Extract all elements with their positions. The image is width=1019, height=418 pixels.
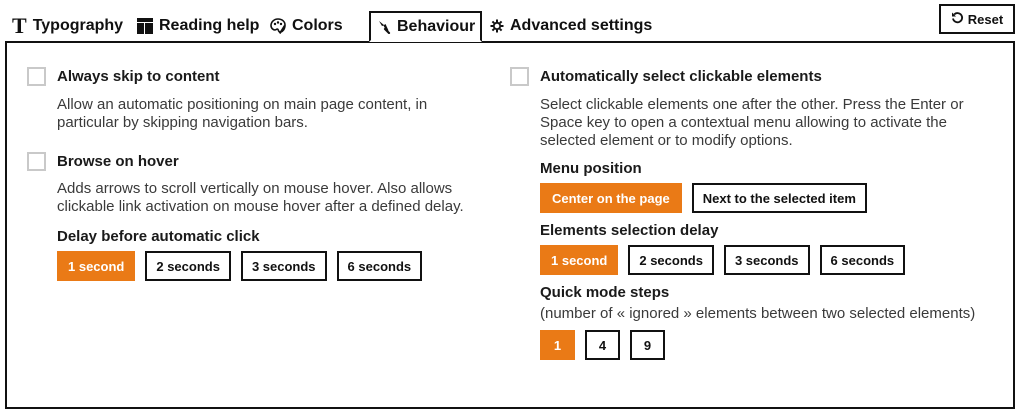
- tab-typography[interactable]: T Typography: [12, 10, 123, 42]
- quick-mode-description: (number of « ignored » elements between …: [540, 305, 976, 322]
- option-description: Adds arrows to scroll vertically on mous…: [57, 180, 464, 215]
- menu-position-center[interactable]: Center on the page: [540, 183, 682, 213]
- quick-mode-step-4[interactable]: 4: [585, 330, 620, 360]
- selection-delay-6-seconds[interactable]: 6 seconds: [819, 245, 906, 275]
- quick-mode-title: Quick mode steps: [540, 284, 670, 301]
- delay-option-3-seconds[interactable]: 3 seconds: [240, 251, 327, 281]
- selection-delay-1-second[interactable]: 1 second: [540, 245, 619, 275]
- menu-position-next-to-item[interactable]: Next to the selected item: [691, 183, 867, 213]
- tab-behaviour[interactable]: Behaviour: [369, 11, 483, 42]
- tab-label: Colors: [292, 17, 343, 34]
- pointer-icon: [378, 20, 391, 34]
- reset-button[interactable]: Reset: [939, 4, 1015, 34]
- selection-delay-3-seconds[interactable]: 3 seconds: [723, 245, 810, 275]
- option-description: Select clickable elements one after the …: [540, 96, 964, 149]
- delay-option-1-second[interactable]: 1 second: [57, 251, 136, 281]
- tab-reading-help[interactable]: Reading help: [137, 10, 259, 42]
- tab-label: Reading help: [159, 17, 260, 34]
- option-title: Browse on hover: [57, 152, 179, 170]
- option-description: Allow an automatic positioning on main p…: [57, 96, 428, 131]
- delay-option-2-seconds[interactable]: 2 seconds: [145, 251, 231, 281]
- delay-options: 1 second 2 seconds 3 seconds 6 seconds: [57, 251, 477, 281]
- option-skip-to-content: Always skip to content: [27, 65, 477, 87]
- right-column: Automatically select clickable elements …: [510, 65, 980, 360]
- reset-label: Reset: [967, 11, 1004, 27]
- option-title: Automatically select clickable elements: [540, 67, 822, 85]
- option-auto-select: Automatically select clickable elements: [510, 65, 980, 87]
- tab-advanced-settings[interactable]: Advanced settings: [490, 10, 652, 42]
- quick-mode-step-1[interactable]: 1: [540, 330, 575, 360]
- selection-delay-options: 1 second 2 seconds 3 seconds 6 seconds: [540, 245, 980, 275]
- delay-option-6-seconds[interactable]: 6 seconds: [336, 251, 423, 281]
- palette-icon: [270, 18, 286, 34]
- option-title: Always skip to content: [57, 67, 220, 85]
- quick-mode-options: 1 4 9: [540, 330, 980, 360]
- left-column: Always skip to content Allow an automati…: [27, 65, 477, 281]
- auto-select-checkbox[interactable]: [510, 66, 529, 86]
- tab-label: Advanced settings: [510, 17, 653, 34]
- option-browse-on-hover: Browse on hover: [27, 150, 477, 172]
- selection-delay-title: Elements selection delay: [540, 222, 719, 239]
- menu-position-title: Menu position: [540, 160, 642, 177]
- tab-colors[interactable]: Colors: [270, 10, 343, 42]
- reading-help-icon: [137, 18, 153, 34]
- menu-position-options: Center on the page Next to the selected …: [540, 183, 980, 213]
- tab-label: Typography: [32, 17, 124, 34]
- reset-icon: [951, 11, 964, 27]
- selection-delay-2-seconds[interactable]: 2 seconds: [628, 245, 714, 275]
- delay-title: Delay before automatic click: [57, 228, 260, 245]
- behaviour-panel: Always skip to content Allow an automati…: [5, 41, 1015, 409]
- quick-mode-step-9[interactable]: 9: [630, 330, 665, 360]
- tab-bar: T Typography Reading help Colors Behavio…: [0, 0, 1019, 44]
- skip-to-content-checkbox[interactable]: [27, 66, 46, 86]
- browse-on-hover-checkbox[interactable]: [27, 151, 46, 171]
- tab-label: Behaviour: [397, 17, 476, 35]
- gear-icon: [490, 19, 504, 33]
- typography-icon: T: [12, 13, 27, 38]
